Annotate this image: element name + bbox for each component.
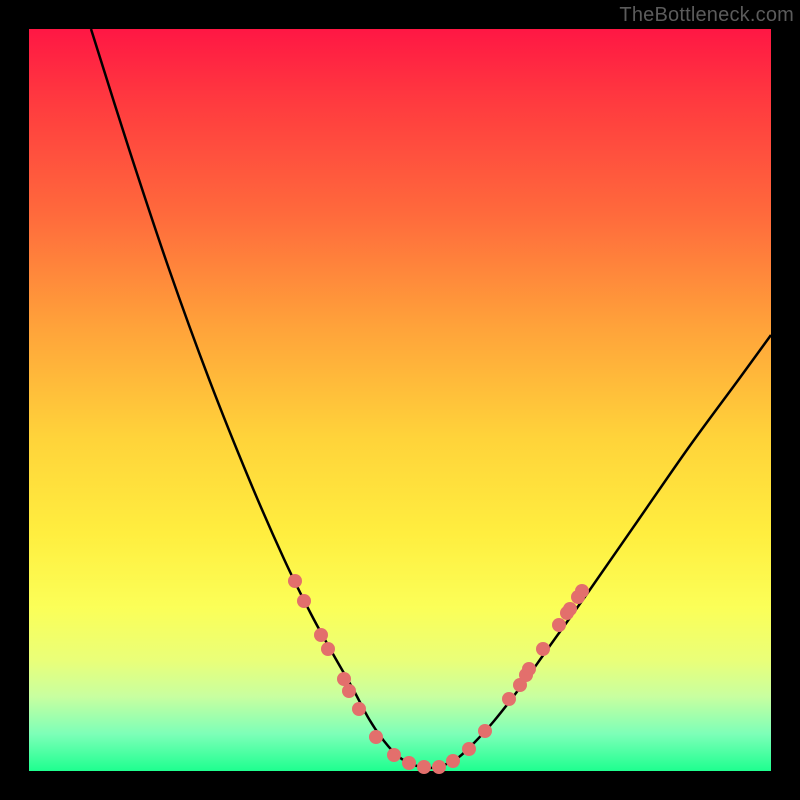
curve-dot (337, 672, 351, 686)
curve-dot (502, 692, 516, 706)
curve-dot (462, 742, 476, 756)
curve-dot (552, 618, 566, 632)
bottleneck-curve (91, 29, 771, 768)
chart-frame: TheBottleneck.com (0, 0, 800, 800)
curve-dot (314, 628, 328, 642)
curve-dot (297, 594, 311, 608)
curve-dot (352, 702, 366, 716)
curve-dot (387, 748, 401, 762)
curve-dot (446, 754, 460, 768)
curve-dots-group (288, 574, 589, 774)
curve-dot (417, 760, 431, 774)
curve-dot (432, 760, 446, 774)
curve-dot (288, 574, 302, 588)
curve-dot (522, 662, 536, 676)
chart-svg (29, 29, 771, 771)
curve-dot (563, 602, 577, 616)
curve-dot (402, 756, 416, 770)
curve-dot (575, 584, 589, 598)
curve-dot (342, 684, 356, 698)
curve-dot (369, 730, 383, 744)
curve-dot (321, 642, 335, 656)
curve-dot (478, 724, 492, 738)
attribution-label: TheBottleneck.com (619, 4, 794, 27)
curve-dot (536, 642, 550, 656)
